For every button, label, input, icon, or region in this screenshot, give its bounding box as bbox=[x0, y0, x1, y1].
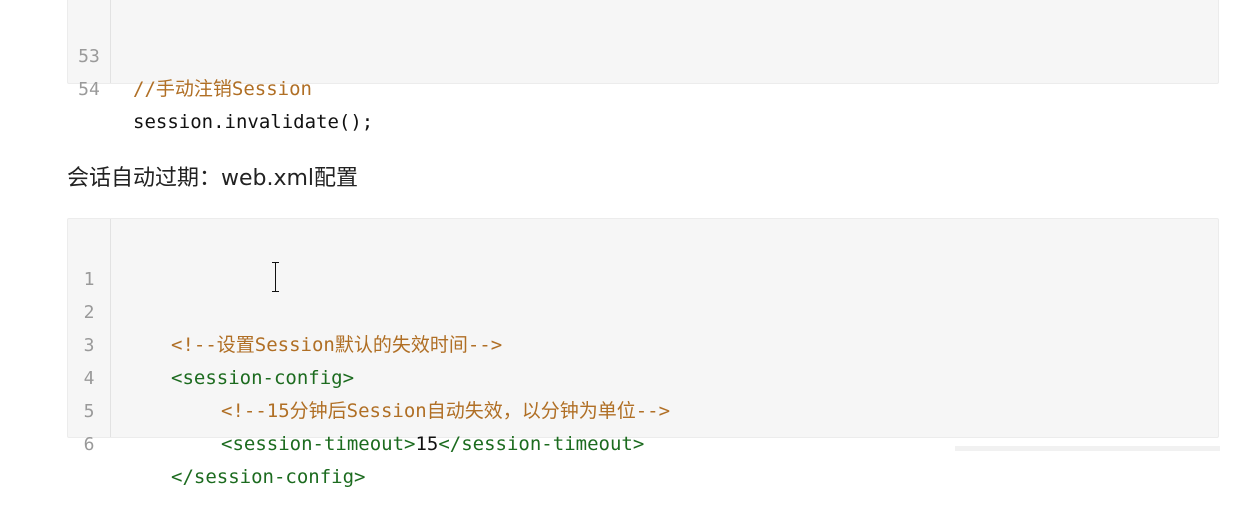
code-line: 6 </session-config> bbox=[68, 395, 1218, 488]
code-line: 5 <session-timeout>15</session-timeout> bbox=[68, 362, 1218, 455]
code-statement: session.invalidate(); bbox=[133, 111, 374, 133]
code-line: 4 <!--15分钟后Session自动失效，以分钟为单位--> bbox=[68, 329, 1218, 422]
code-line: 1 bbox=[68, 230, 1218, 290]
xml-close-tag: </session-timeout> bbox=[438, 433, 645, 455]
code-block-session-invalidate: 53 //手动注销Session 54 session.invalidate()… bbox=[67, 0, 1219, 133]
line-number: 54 bbox=[78, 79, 100, 100]
code-comment: //手动注销Session bbox=[133, 78, 312, 100]
line-number: 6 bbox=[83, 434, 95, 455]
code-line: 54 session.invalidate(); bbox=[68, 40, 1218, 133]
xml-open-tag: <session-timeout> bbox=[221, 433, 416, 455]
text-cursor-icon bbox=[272, 262, 279, 292]
xml-element: <session-timeout>15</session-timeout> bbox=[221, 428, 644, 461]
section-heading: 会话自动过期：web.xml配置 bbox=[67, 166, 359, 191]
code-line: 53 //手动注销Session bbox=[68, 7, 1218, 100]
code-block-web-xml[interactable]: 1 2 <!--设置Session默认的失效时间--> 3 <session-c… bbox=[67, 218, 1219, 488]
xml-close-tag: </session-config> bbox=[171, 466, 366, 488]
next-block-edge bbox=[955, 446, 1220, 451]
xml-value: 15 bbox=[415, 433, 439, 455]
code-line: 3 <session-config> bbox=[68, 296, 1218, 389]
code-line: 2 <!--设置Session默认的失效时间--> bbox=[68, 263, 1218, 356]
